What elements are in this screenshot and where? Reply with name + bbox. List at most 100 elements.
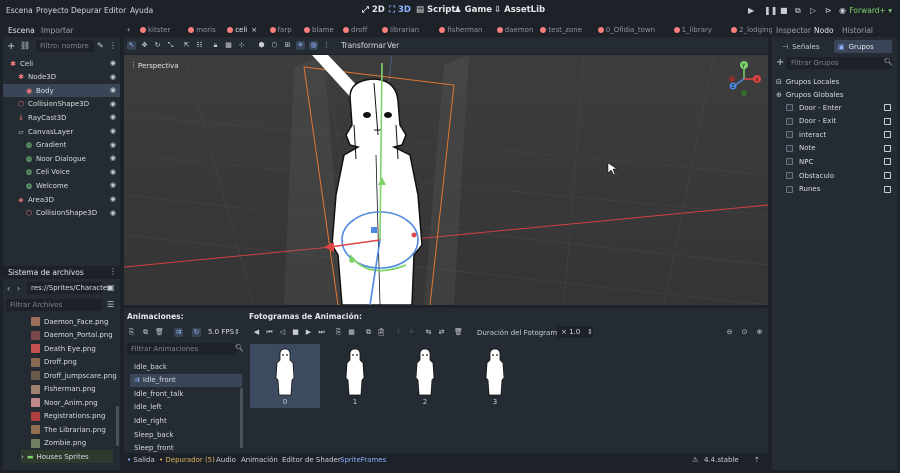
group-item[interactable]: interact (772, 128, 897, 141)
split-view-icon[interactable]: ▣ (107, 283, 115, 292)
menu-ayuda[interactable]: Ayuda (130, 6, 153, 15)
pause-icon[interactable]: ❚❚ (764, 6, 777, 15)
scene-tree-node[interactable]: ◍ Noor Dialogue ◉ (3, 152, 120, 165)
scene-tree-node[interactable]: ⬡ CollisionShape3D ◉ (3, 98, 120, 111)
workspace-game-button[interactable]: ♟ Game (454, 5, 492, 15)
group-filter-input[interactable]: Filtrar Grupos (787, 57, 893, 69)
fps-stepper-icon[interactable]: ⇕ (234, 328, 240, 336)
select-tool-icon[interactable]: ↖ (127, 41, 136, 50)
viewport-menu-icon[interactable]: ⋮ (130, 61, 137, 69)
visibility-eye-icon[interactable]: ◉ (110, 154, 116, 162)
snap-icon[interactable]: ⬢ (257, 41, 266, 50)
tab-history[interactable]: Historial (842, 26, 873, 35)
animation-list-scrollbar[interactable] (240, 388, 243, 448)
global-groups-header[interactable]: ⊕ Grupos Globales (772, 88, 897, 101)
tab-escena[interactable]: Escena (8, 26, 35, 35)
play-scene-icon[interactable]: ▷ (810, 6, 816, 15)
tab-spriteframes[interactable]: SpriteFrames (340, 456, 386, 464)
frame-cell[interactable]: 3 (460, 344, 530, 408)
animation-item[interactable]: Idle_right (130, 414, 242, 427)
forward-arrow-icon[interactable]: › (17, 284, 20, 293)
movie-icon[interactable]: ◉ (839, 6, 846, 15)
kebab-menu-icon[interactable]: ⋮ (109, 41, 117, 50)
new-animation-icon[interactable]: ⎘ (127, 328, 136, 337)
orientation-gizmo[interactable]: Y X Z (722, 59, 762, 99)
group-checkbox[interactable] (786, 185, 793, 193)
group-checkbox[interactable] (786, 144, 793, 152)
copy-icon[interactable] (884, 185, 891, 193)
scene-tree-node[interactable]: ◍ Welcome ◉ (3, 179, 120, 192)
tab-node[interactable]: Nodo (814, 26, 834, 35)
local-groups-header[interactable]: ⊟ Grupos Locales (772, 75, 897, 88)
animation-item[interactable]: Idle_back (130, 360, 242, 373)
scene-tab[interactable]: test_zone (540, 26, 582, 34)
fs-path-input[interactable]: res://Sprites/Character (27, 282, 110, 294)
link-icon[interactable]: ⛓ (20, 41, 30, 50)
close-tab-icon[interactable]: × (251, 26, 257, 34)
group-checkbox[interactable] (786, 158, 793, 166)
scene-tree-node[interactable]: ✱ Celi ◉ (3, 57, 120, 70)
animation-item[interactable]: Idle_left (130, 401, 242, 414)
visibility-eye-icon[interactable]: ◉ (110, 86, 116, 94)
script-attach-icon[interactable]: ✎ (97, 41, 104, 50)
group-icon[interactable]: ▦ (224, 41, 233, 50)
menu-proyecto[interactable]: Proyecto (36, 6, 69, 15)
group-checkbox[interactable] (786, 172, 793, 179)
scene-tab[interactable]: librarian (382, 26, 419, 34)
scene-tab[interactable]: celi × (227, 26, 257, 34)
copy-icon[interactable] (884, 158, 891, 166)
back-arrow-icon[interactable]: ‹ (7, 284, 10, 293)
visibility-eye-icon[interactable]: ◉ (110, 100, 116, 108)
grid-snap-icon[interactable]: ⊞ (283, 41, 292, 50)
environment-preview-icon[interactable]: ◍ (309, 41, 318, 50)
scene-filter-input[interactable]: Filtro: nombre (36, 40, 94, 52)
fps-field[interactable]: 5.0 FPS (208, 328, 234, 336)
scene-tree-node[interactable]: ✱ Node3D ◉ (3, 71, 120, 84)
scene-tab[interactable]: 0_Ofidia_town (597, 26, 655, 34)
more-options-icon[interactable]: ⋮ (322, 41, 331, 50)
animation-filter-input[interactable]: Filtrar Animaciones (127, 343, 237, 355)
copy-icon[interactable] (884, 104, 891, 111)
delete-animation-icon[interactable]: 🗑︎ (155, 328, 164, 337)
tab-animation[interactable]: Animación (241, 456, 278, 464)
tab-shader-editor[interactable]: Editor de Shader (282, 456, 341, 464)
fs-scrollbar[interactable] (116, 406, 119, 446)
visibility-eye-icon[interactable]: ◉ (110, 209, 116, 217)
file-item[interactable]: Droff.png (31, 356, 77, 369)
scene-tab[interactable]: farp (269, 26, 292, 34)
group-item[interactable]: Door - Exit (772, 115, 897, 128)
local-space-icon[interactable]: ⬡ (270, 41, 279, 50)
move-tool-icon[interactable]: ✥ (140, 41, 149, 50)
scene-tree-node[interactable]: ◍ Gradient ◉ (3, 139, 120, 152)
visibility-eye-icon[interactable]: ◉ (110, 195, 116, 203)
visibility-eye-icon[interactable]: ◉ (110, 73, 116, 81)
tab-output[interactable]: • Salida (127, 456, 155, 464)
visibility-eye-icon[interactable]: ◉ (110, 141, 116, 149)
tab-audio[interactable]: Audio (216, 456, 236, 464)
frame-cell[interactable]: 1 (320, 344, 390, 408)
folder-item[interactable]: › ▬ Houses Sprites (21, 450, 113, 463)
file-item[interactable]: Droff_jumpscare.png (31, 369, 117, 382)
group-item[interactable]: Note (772, 142, 897, 155)
play-custom-icon[interactable]: ⊳ (825, 6, 832, 15)
loop-icon[interactable]: ↻ (192, 328, 201, 337)
scene-tree-node[interactable]: ◍ Celi Voice ◉ (3, 166, 120, 179)
visibility-eye-icon[interactable]: ◉ (110, 127, 116, 135)
scene-tree-node[interactable]: ◉ Body ◉ (3, 84, 120, 98)
copy-icon[interactable] (884, 117, 891, 125)
perspective-menu[interactable]: Perspectiva (138, 62, 179, 70)
scene-tab[interactable]: kitster (140, 26, 170, 34)
file-item[interactable]: The Librarian.png (31, 423, 106, 436)
renderer-select[interactable]: Forward+ ▾ (849, 6, 892, 15)
group-checkbox[interactable] (786, 131, 793, 139)
remote-debug-icon[interactable]: ⧉ (795, 6, 801, 16)
scale-tool-icon[interactable]: ⤡ (166, 41, 175, 50)
file-item[interactable]: Death Eye.png (31, 342, 96, 355)
expand-panel-icon[interactable]: ⇡ (754, 456, 760, 464)
scene-tab[interactable]: fisherman (439, 26, 483, 34)
file-item[interactable]: Registrations.png (31, 410, 105, 423)
copy-icon[interactable] (884, 144, 891, 152)
menu-editor[interactable]: Editor (104, 6, 126, 15)
visibility-eye-icon[interactable]: ◉ (110, 181, 116, 189)
group-item[interactable]: Door - Enter (772, 101, 897, 114)
